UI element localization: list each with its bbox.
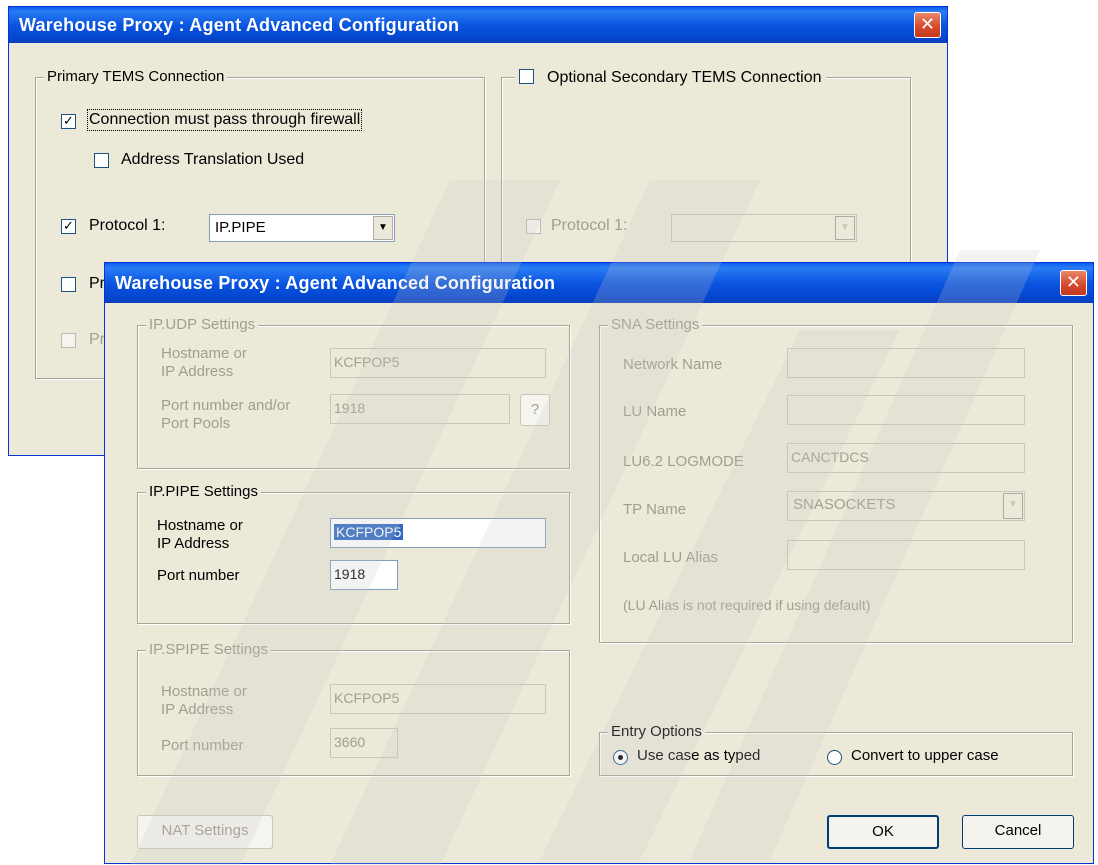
ip-udp-port-input: 1918 <box>330 394 510 424</box>
sna-local-lu-input <box>787 540 1025 570</box>
firewall-checkbox[interactable]: ✓ <box>61 114 76 129</box>
ip-pipe-group: IP.PIPE Settings <box>137 483 570 624</box>
sna-logmode-label: LU6.2 LOGMODE <box>623 453 744 470</box>
ip-udp-host-label-2: IP Address <box>161 363 234 380</box>
ip-spipe-host-input: KCFPOP5 <box>330 684 546 714</box>
ip-udp-port-label-2: Port Pools <box>161 415 231 432</box>
protocol1-checkbox[interactable]: ✓ <box>61 219 76 234</box>
ip-udp-legend: IP.UDP Settings <box>146 316 259 334</box>
ip-udp-host-input: KCFPOP5 <box>330 348 546 378</box>
front-dialog-close-icon[interactable]: ✕ <box>1060 270 1087 296</box>
protocol3-checkbox <box>61 333 76 348</box>
ip-pipe-host-input[interactable]: KCFPOP5 <box>330 518 546 548</box>
use-case-typed-radio[interactable] <box>613 750 628 765</box>
front-dialog: Warehouse Proxy : Agent Advanced Configu… <box>104 262 1094 864</box>
convert-upper-label[interactable]: Convert to upper case <box>851 747 999 764</box>
address-translation-label[interactable]: Address Translation Used <box>121 151 304 169</box>
ip-pipe-port-label: Port number <box>157 567 240 584</box>
firewall-label[interactable]: Connection must pass through firewall <box>86 109 363 131</box>
sna-tp-name-select: SNASOCKETS ▼ <box>787 491 1025 521</box>
ip-udp-host-label-1: Hostname or <box>161 345 247 362</box>
use-case-typed-label[interactable]: Use case as typed <box>637 747 760 764</box>
protocol1-value: IP.PIPE <box>215 219 266 236</box>
sna-lu-name-label: LU Name <box>623 403 687 420</box>
secondary-tems-legend[interactable]: Optional Secondary TEMS Connection <box>547 69 822 86</box>
sna-tp-name-value: SNASOCKETS <box>793 496 896 513</box>
ip-pipe-host-value: KCFPOP5 <box>334 524 404 540</box>
secondary-protocol1-select: ▼ <box>671 214 857 242</box>
ip-spipe-host-label-1: Hostname or <box>161 683 247 700</box>
sna-note: (LU Alias is not required if using defau… <box>623 597 871 613</box>
protocol2-checkbox[interactable] <box>61 277 76 292</box>
ip-udp-port-label-1: Port number and/or <box>161 397 291 414</box>
nat-settings-button: NAT Settings <box>137 815 273 849</box>
address-translation-checkbox[interactable] <box>94 153 109 168</box>
convert-upper-radio[interactable] <box>827 750 842 765</box>
entry-options-legend: Entry Options <box>608 723 705 741</box>
secondary-tems-checkbox[interactable] <box>519 69 534 84</box>
primary-tems-legend: Primary TEMS Connection <box>44 68 228 86</box>
radio-selected-dot <box>618 755 623 760</box>
chevron-down-icon[interactable]: ▼ <box>373 216 393 240</box>
protocol2-label-partial[interactable]: Pr <box>89 275 105 293</box>
secondary-protocol1-checkbox <box>526 219 541 234</box>
sna-local-lu-label: Local LU Alias <box>623 549 719 566</box>
sna-tp-name-label: TP Name <box>623 501 687 518</box>
sna-logmode-input: CANCTDCS <box>787 443 1025 473</box>
ip-spipe-port-input: 3660 <box>330 728 398 758</box>
ip-spipe-port-label: Port number <box>161 737 244 754</box>
ip-pipe-host-label-2: IP Address <box>157 535 230 552</box>
sna-legend: SNA Settings <box>608 316 703 334</box>
secondary-protocol1-label: Protocol 1: <box>551 217 628 234</box>
ok-button[interactable]: OK <box>827 815 939 849</box>
ip-udp-help-button: ? <box>520 394 550 426</box>
chevron-down-icon: ▼ <box>835 216 855 240</box>
ip-pipe-port-input[interactable]: 1918 <box>330 560 398 590</box>
ip-spipe-host-label-2: IP Address <box>161 701 234 718</box>
ip-pipe-host-label-1: Hostname or <box>157 517 243 534</box>
sna-lu-name-input <box>787 395 1025 425</box>
ip-spipe-legend: IP.SPIPE Settings <box>146 641 271 659</box>
protocol3-label-partial: Pr <box>89 331 105 348</box>
back-dialog-titlebar[interactable]: Warehouse Proxy : Agent Advanced Configu… <box>9 7 947 43</box>
sna-network-name-label: Network Name <box>623 356 723 373</box>
front-dialog-title: Warehouse Proxy : Agent Advanced Configu… <box>115 273 556 293</box>
front-dialog-titlebar[interactable]: Warehouse Proxy : Agent Advanced Configu… <box>105 263 1093 303</box>
protocol1-select[interactable]: IP.PIPE ▼ <box>209 214 395 242</box>
back-dialog-title: Warehouse Proxy : Agent Advanced Configu… <box>19 15 460 35</box>
sna-network-name-input <box>787 348 1025 378</box>
chevron-down-icon: ▼ <box>1003 493 1023 519</box>
back-dialog-close-icon[interactable]: ✕ <box>914 12 941 38</box>
cancel-button[interactable]: Cancel <box>962 815 1074 849</box>
secondary-tems-legend-wrap: Optional Secondary TEMS Connection <box>515 67 826 89</box>
ip-pipe-legend: IP.PIPE Settings <box>146 483 261 501</box>
protocol1-label[interactable]: Protocol 1: <box>89 217 165 235</box>
